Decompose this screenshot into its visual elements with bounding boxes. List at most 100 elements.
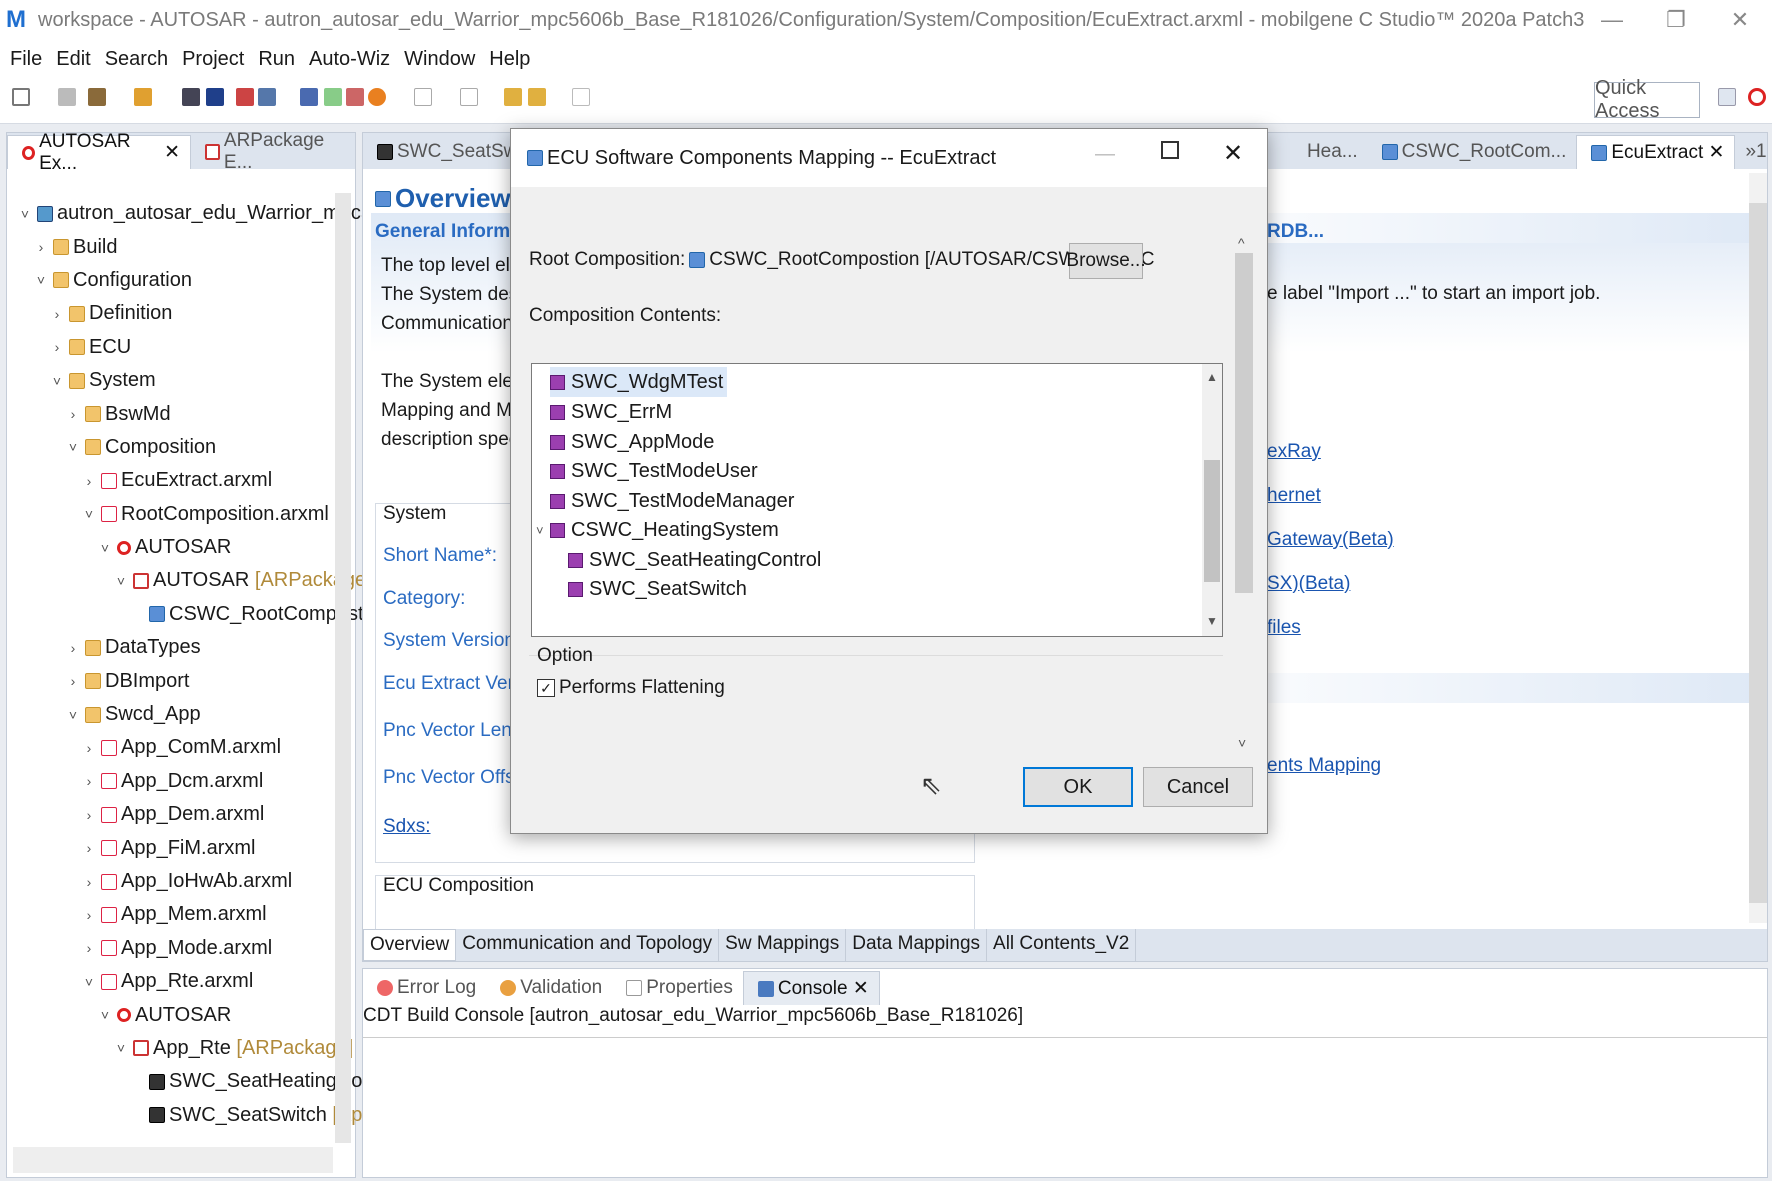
root-composition-label: Root Composition: <box>529 249 686 270</box>
tab-ecuextract[interactable]: EcuExtract ✕ <box>1576 135 1736 169</box>
swc-icon <box>568 552 583 568</box>
ecu-composition-label: ECU Composition <box>383 875 534 896</box>
package-icon <box>205 144 220 160</box>
list-item[interactable]: SWC_TestModeUser <box>550 456 758 486</box>
composition-contents-label: Composition Contents: <box>529 305 722 326</box>
next-icon[interactable] <box>572 88 590 106</box>
files-link[interactable]: files <box>1267 617 1301 639</box>
list-scrollbar[interactable]: ▲ ▼ <box>1202 364 1222 636</box>
tab-console[interactable]: Console ✕ <box>742 971 880 1005</box>
list-item[interactable]: ˅ CSWC_HeatingSystem <box>536 515 779 545</box>
menu-help[interactable]: Help <box>489 48 530 71</box>
field-label: Category: <box>383 588 466 609</box>
menu-window[interactable]: Window <box>404 48 475 71</box>
more-tabs-button[interactable]: »1 <box>1735 135 1772 169</box>
menu-auto-wiz[interactable]: Auto-Wiz <box>309 48 390 71</box>
tab-communication-topology[interactable]: Communication and Topology <box>456 929 720 961</box>
tab-properties[interactable]: Properties <box>612 971 743 1005</box>
nav-icon[interactable] <box>414 88 432 106</box>
dialog-close-button[interactable]: ✕ <box>1223 139 1243 168</box>
sdxs-link[interactable]: Sdxs: <box>383 816 431 838</box>
autosar-perspective-icon[interactable] <box>1748 88 1766 106</box>
perspective-icon[interactable] <box>1718 88 1736 106</box>
swc-icon <box>550 434 565 450</box>
list-item[interactable]: SWC_ErrM <box>550 397 672 427</box>
wand-icon[interactable] <box>134 88 152 106</box>
back-nav-icon[interactable] <box>504 88 522 106</box>
swc-icon <box>550 404 565 420</box>
import-icon[interactable] <box>258 88 276 106</box>
list-item[interactable]: SWC_SeatHeatingControl <box>568 545 821 575</box>
composition-icon <box>1591 144 1608 161</box>
tab-data-mappings[interactable]: Data Mappings <box>846 929 988 961</box>
field-label: Pnc Vector Offse <box>383 767 526 788</box>
list-item[interactable]: SWC_WdgMTest <box>550 367 728 397</box>
flexray-link[interactable]: exRay <box>1267 441 1321 463</box>
composition-icon <box>689 252 706 268</box>
new-icon[interactable] <box>12 88 30 106</box>
list-item[interactable]: SWC_AppMode <box>550 427 714 457</box>
tab-sw-mappings[interactable]: Sw Mappings <box>719 929 847 961</box>
tab-autosar-explorer[interactable]: AUTOSAR Ex... ✕ <box>7 131 192 174</box>
annotate-icon[interactable] <box>460 88 478 106</box>
close-window-button[interactable]: ✕ <box>1708 0 1772 40</box>
cut-icon[interactable] <box>346 88 364 106</box>
cancel-button[interactable]: Cancel <box>1143 767 1253 807</box>
tab-validation[interactable]: Validation <box>486 971 612 1005</box>
dialog-scrollbar[interactable]: ^ ˅ <box>1233 227 1255 757</box>
build-icon[interactable] <box>88 88 106 106</box>
tab-cswc-rootcomposition[interactable]: CSWC_RootCom... <box>1368 135 1577 169</box>
tool-icon[interactable] <box>182 88 200 106</box>
generate-icon[interactable] <box>236 88 254 106</box>
console-divider <box>363 1037 1767 1038</box>
browse-button[interactable]: Browse... <box>1066 243 1146 279</box>
module-icon[interactable] <box>300 88 318 106</box>
tab-heating[interactable]: Hea... <box>1297 135 1368 169</box>
forward-nav-icon[interactable] <box>528 88 546 106</box>
tab-overview[interactable]: Overview <box>363 929 457 961</box>
list-item[interactable]: SWC_SeatSwitch <box>568 574 747 604</box>
ok-button[interactable]: OK <box>1023 767 1133 807</box>
dialog-icon <box>527 150 543 166</box>
arxml-file-icon <box>101 906 117 923</box>
arxml-file-icon <box>101 806 117 823</box>
restore-button[interactable]: ❐ <box>1644 0 1708 40</box>
option-label: Option <box>537 645 593 666</box>
chevron-down-icon: ˅ <box>536 522 544 538</box>
overview-icon <box>375 191 391 207</box>
tab-all-contents[interactable]: All Contents_V2 <box>987 929 1137 961</box>
terminal-icon[interactable] <box>206 88 224 106</box>
performs-flattening-checkbox[interactable]: ✓ <box>537 679 555 697</box>
layout-icon[interactable] <box>324 88 342 106</box>
import-heading: RDB... <box>1267 221 1324 242</box>
menu-search[interactable]: Search <box>105 48 168 71</box>
menu-file[interactable]: File <box>10 48 42 71</box>
sx-link[interactable]: SX)(Beta) <box>1267 573 1350 595</box>
folder-icon <box>85 639 101 656</box>
editor-scrollbar[interactable] <box>1749 173 1767 923</box>
save-icon[interactable] <box>58 88 76 106</box>
gateway-link[interactable]: Gateway(Beta) <box>1267 529 1394 551</box>
tab-arpackage-explorer[interactable]: ARPackage E... <box>191 130 355 173</box>
components-mapping-link[interactable]: ents Mapping <box>1267 755 1381 777</box>
minimize-button[interactable]: — <box>1580 0 1644 40</box>
autosar-explorer-panel: AUTOSAR Ex... ✕ ARPackage E... ˅ autron_a… <box>6 130 405 1178</box>
dialog-minimize-button[interactable]: — <box>1095 143 1115 166</box>
root-composition-row: Root Composition: CSWC_RootCompostion [/… <box>529 249 1155 271</box>
menu-run[interactable]: Run <box>258 48 295 71</box>
tree-horizontal-scrollbar[interactable] <box>13 1147 333 1173</box>
folder-icon <box>85 706 101 723</box>
menu-project[interactable]: Project <box>182 48 244 71</box>
composition-icon <box>550 522 565 538</box>
tab-error-log[interactable]: Error Log <box>363 971 486 1005</box>
menu-edit[interactable]: Edit <box>56 48 90 71</box>
ethernet-link[interactable]: hernet <box>1267 485 1321 507</box>
quick-access-input[interactable]: Quick Access <box>1594 77 1700 122</box>
run-icon[interactable] <box>368 88 386 106</box>
dialog-maximize-button[interactable] <box>1161 141 1179 159</box>
field-label: System Version: <box>383 630 521 651</box>
swc-icon <box>550 374 565 390</box>
list-item[interactable]: SWC_TestModeManager <box>550 486 794 516</box>
tree-vertical-scrollbar[interactable] <box>335 193 351 1143</box>
folder-icon <box>69 372 85 389</box>
